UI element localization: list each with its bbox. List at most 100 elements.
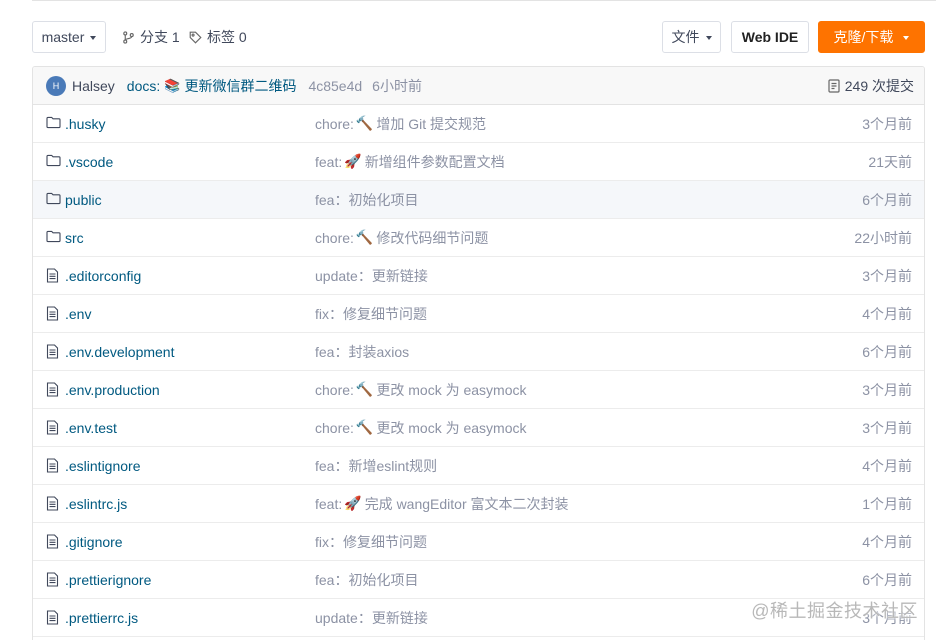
file-name-link[interactable]: .vscode (65, 154, 113, 170)
branch-icon (123, 30, 134, 44)
file-commit-message[interactable]: chore: 🔨 更改 mock 为 easymock (315, 380, 527, 400)
file-name-link[interactable]: .env.production (65, 382, 160, 398)
file-commit-message[interactable]: chore: 🔨 增加 Git 提交规范 (315, 114, 486, 134)
file-commit-message[interactable]: fea： 初始化项目 (315, 570, 418, 590)
file-commit-message[interactable]: fix： 修复细节问题 (315, 304, 427, 324)
file-updated-time: 1个月前 (862, 495, 912, 512)
file-name-link[interactable]: .prettierignore (65, 572, 151, 588)
commit-prefix[interactable]: docs: (127, 78, 160, 94)
commit-prefix: feat: (315, 495, 343, 512)
file-row[interactable]: .eslintrc.js feat: 🚀 完成 wangEditor 富文本二次封装 1… (33, 485, 924, 523)
tags-link[interactable]: 标签 0 (189, 21, 247, 53)
chevron-down-icon (903, 35, 910, 40)
avatar[interactable]: H (46, 75, 66, 96)
hammer-icon: 🔨 (355, 419, 374, 435)
file-commit-message[interactable]: chore: 🔨 修改代码细节问题 (315, 228, 488, 248)
commit-prefix: chore: (315, 229, 354, 246)
branch-selector-label: master (41, 29, 85, 45)
books-icon: 📚 (164, 77, 181, 93)
file-name-link[interactable]: .editorconfig (65, 268, 141, 284)
clone-download-button[interactable]: 克隆/下载 (818, 21, 925, 53)
web-ide-button[interactable]: Web IDE (731, 21, 809, 53)
file-row[interactable]: public fea： 初始化项目 6个月前 (33, 181, 924, 219)
file-row[interactable]: .env fix： 修复细节问题 4个月前 (33, 295, 924, 333)
commit-prefix: fea： (315, 571, 349, 588)
commit-prefix: chore: (315, 381, 354, 398)
folder-icon (46, 116, 61, 132)
file-name-link[interactable]: .env.test (65, 420, 117, 436)
commit-text: 完成 wangEditor 富文本二次封装 (364, 495, 569, 512)
commit-prefix: chore: (315, 419, 354, 436)
rocket-icon: 🚀 (344, 495, 362, 511)
file-updated-time: 4个月前 (862, 305, 912, 322)
file-row[interactable]: .eslintignore fea： 新增eslint规则 4个月前 (33, 447, 924, 485)
top-divider (32, 0, 936, 1)
branches-link[interactable]: 分支 1 (122, 21, 180, 53)
hammer-icon: 🔨 (355, 381, 374, 397)
file-row[interactable]: .husky chore: 🔨 增加 Git 提交规范 3个月前 (33, 105, 924, 143)
file-name-link[interactable]: public (65, 192, 102, 208)
file-updated-time: 4个月前 (862, 457, 912, 474)
commit-prefix: feat: (315, 153, 343, 170)
file-commit-message[interactable]: chore: 🔨 更改 mock 为 easymock (315, 418, 527, 438)
file-list: .husky chore: 🔨 增加 Git 提交规范 3个月前 .vscode feat:… (33, 105, 924, 637)
branch-selector[interactable]: master (32, 21, 106, 53)
tag-icon (189, 31, 202, 44)
file-updated-time: 6个月前 (862, 571, 912, 588)
file-commit-message[interactable]: update： 更新链接 (315, 266, 428, 286)
file-name-link[interactable]: .eslintrc.js (65, 496, 127, 512)
file-commit-message[interactable]: fea： 初始化项目 (315, 190, 418, 210)
file-name-link[interactable]: .env (65, 306, 91, 322)
file-row[interactable]: .env.production chore: 🔨 更改 mock 为 easymock… (33, 371, 924, 409)
commit-prefix: update： (315, 609, 372, 626)
file-name-link[interactable]: .husky (65, 116, 105, 132)
file-name-link[interactable]: .prettierrc.js (65, 610, 138, 626)
commit-text: 新增eslint规则 (348, 457, 438, 474)
file-commit-message[interactable]: feat: 🚀 完成 wangEditor 富文本二次封装 (315, 494, 569, 514)
file-name-link[interactable]: .gitignore (65, 534, 123, 550)
file-row[interactable]: .prettierignore fea： 初始化项目 6个月前 (33, 561, 924, 599)
commits-count-label: 249 次提交 (844, 78, 914, 94)
hammer-icon: 🔨 (355, 115, 374, 131)
file-tree-panel: H Halsey docs: 📚 更新微信群二维码 4c85e4d 6小时前 2… (32, 66, 925, 640)
folder-icon (46, 154, 61, 170)
commit-history-icon (828, 79, 840, 93)
file-row[interactable]: .vscode feat: 🚀 新增组件参数配置文档 21天前 (33, 143, 924, 181)
file-row[interactable]: .env.development fea： 封装axios 6个月前 (33, 333, 924, 371)
file-commit-message[interactable]: update： 更新链接 (315, 608, 428, 628)
file-icon (46, 306, 59, 324)
commit-message[interactable]: 更新微信群二维码 (184, 76, 296, 96)
file-commit-message[interactable]: fea： 封装axios (315, 342, 409, 362)
commit-author[interactable]: Halsey (72, 78, 115, 94)
file-updated-time: 22小时前 (854, 229, 912, 246)
commit-text: 初始化项目 (348, 571, 419, 588)
file-row[interactable]: .env.test chore: 🔨 更改 mock 为 easymock 3个月前 (33, 409, 924, 447)
commit-text: 封装axios (348, 343, 410, 360)
file-updated-time: 21天前 (868, 153, 912, 170)
file-commit-message[interactable]: feat: 🚀 新增组件参数配置文档 (315, 152, 505, 172)
rocket-icon: 🚀 (344, 153, 362, 169)
file-name-link[interactable]: .env.development (65, 344, 174, 360)
file-icon (46, 420, 59, 438)
hammer-icon: 🔨 (355, 229, 374, 245)
commit-prefix: update： (315, 267, 372, 284)
file-name-link[interactable]: .eslintignore (65, 458, 141, 474)
file-row[interactable]: src chore: 🔨 修改代码细节问题 22小时前 (33, 219, 924, 257)
file-icon (46, 268, 59, 286)
file-updated-time: 3个月前 (862, 419, 912, 436)
file-updated-time: 3个月前 (862, 115, 912, 132)
file-row[interactable]: .gitignore fix： 修复细节问题 4个月前 (33, 523, 924, 561)
file-commit-message[interactable]: fix： 修复细节问题 (315, 532, 427, 552)
file-updated-time: 6个月前 (862, 191, 912, 208)
folder-icon (46, 192, 61, 208)
file-icon (46, 458, 59, 476)
commit-text: 初始化项目 (348, 191, 419, 208)
file-menu-button[interactable]: 文件 (662, 21, 721, 53)
file-name-link[interactable]: src (65, 230, 84, 246)
file-row[interactable]: .editorconfig update： 更新链接 3个月前 (33, 257, 924, 295)
file-updated-time: 4个月前 (862, 533, 912, 550)
commit-sha[interactable]: 4c85e4d (308, 78, 362, 94)
commits-count-link[interactable]: 249 次提交 (828, 67, 914, 105)
file-commit-message[interactable]: fea： 新增eslint规则 (315, 456, 437, 476)
commit-text: 修复细节问题 (343, 305, 427, 322)
